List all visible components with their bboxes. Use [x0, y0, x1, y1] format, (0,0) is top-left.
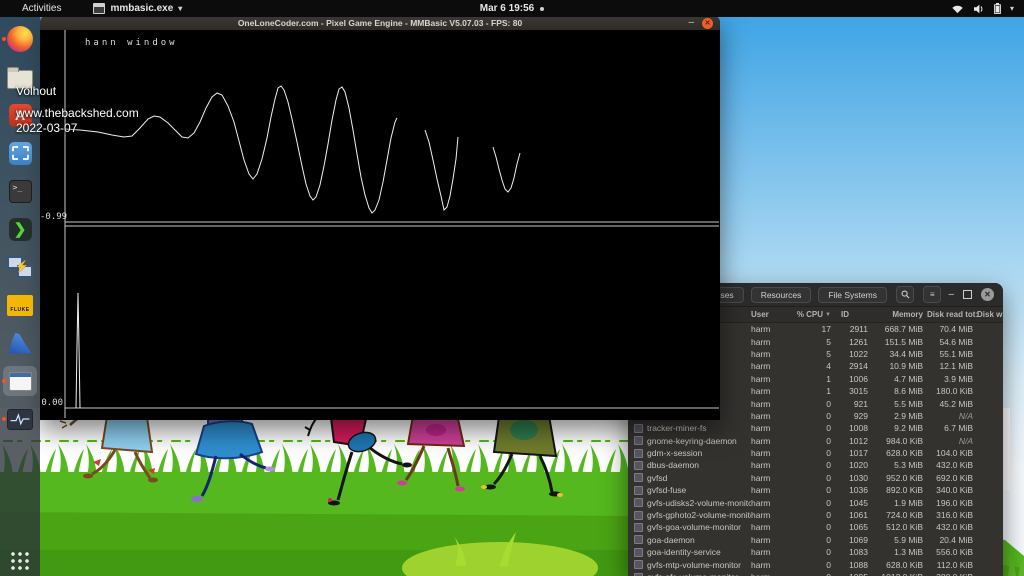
- process-row[interactable]: gnome-keyring-daemonharm01012984.0 KiBN/…: [628, 435, 1003, 447]
- dock-item-wireshark[interactable]: [3, 328, 37, 358]
- dock-item-green-arrow-app[interactable]: ❯: [3, 214, 37, 244]
- credit-url: www.thebackshed.com: [16, 106, 139, 121]
- column-id[interactable]: ID: [831, 310, 868, 319]
- top-bar: Activities mmbasic.exe ▾ Mar 6 19:56 ▾: [0, 0, 1024, 17]
- minimize-button[interactable]: –: [688, 16, 694, 29]
- activities-button[interactable]: Activities: [14, 3, 69, 14]
- firefox-icon: [7, 26, 33, 52]
- process-row[interactable]: gvfs-mtp-volume-monitorharm01088628.0 Ki…: [628, 558, 1003, 570]
- column-memory[interactable]: Memory: [868, 310, 923, 319]
- chevron-down-icon: ▾: [1010, 4, 1014, 13]
- process-icon: [634, 511, 643, 520]
- battery-icon: [994, 3, 1001, 14]
- notification-dot: [540, 7, 544, 11]
- process-row[interactable]: goa-daemonharm010695.9 MiB20.4 MiB: [628, 534, 1003, 546]
- credit-author: Volhout: [16, 84, 139, 99]
- wifi-icon: [951, 4, 964, 14]
- system-monitor-icon: [7, 409, 33, 430]
- close-button[interactable]: ✕: [702, 18, 713, 29]
- plot-title: hann window: [85, 38, 178, 48]
- dock-item-firefox[interactable]: [3, 24, 37, 54]
- desktop: Processes Resources File Systems ≡ – ✕ U…: [0, 0, 1024, 576]
- process-icon: [634, 449, 643, 458]
- process-row[interactable]: gvfsdharm01030952.0 KiB692.0 KiB: [628, 472, 1003, 484]
- system-status-area[interactable]: ▾: [951, 3, 1014, 14]
- process-icon: [634, 523, 643, 532]
- process-row[interactable]: gvfs-gphoto2-volume-monitorharm01061724.…: [628, 509, 1003, 521]
- dock-item-system-monitor[interactable]: [3, 404, 37, 434]
- column-disk-write[interactable]: Disk writ: [973, 310, 1003, 319]
- tab-file-systems[interactable]: File Systems: [818, 287, 887, 303]
- close-button[interactable]: ✕: [981, 288, 994, 301]
- maximize-button[interactable]: [963, 290, 972, 299]
- process-icon: [634, 573, 643, 576]
- focused-app-menu[interactable]: mmbasic.exe ▾: [93, 3, 182, 14]
- waveform-plot: [40, 30, 720, 420]
- process-icon: [634, 560, 643, 569]
- app-window-icon: [9, 372, 32, 391]
- show-apps-grid-icon: [10, 551, 30, 571]
- process-row[interactable]: goa-identity-serviceharm010831.3 MiB556.…: [628, 546, 1003, 558]
- show-applications-button[interactable]: [3, 546, 37, 576]
- process-icon: [634, 535, 643, 544]
- chevron-down-icon: ▾: [178, 4, 182, 13]
- column-cpu[interactable]: % CPU ▼: [791, 310, 831, 319]
- spectrum-spike: [76, 293, 80, 408]
- dock-item-screenshot[interactable]: [3, 138, 37, 168]
- process-row[interactable]: gdm-x-sessionharm01017628.0 KiB104.0 KiB: [628, 447, 1003, 459]
- column-user[interactable]: User: [751, 310, 791, 319]
- process-row[interactable]: tracker-miner-fsharm010089.2 MiB6.7 MiB: [628, 422, 1003, 434]
- volume-icon: [973, 4, 985, 14]
- process-row[interactable]: dbus-daemonharm010205.3 MiB432.0 KiB: [628, 459, 1003, 471]
- dock-item-mmbasic-window[interactable]: [3, 366, 37, 396]
- credit-overlay: Volhout www.thebackshed.com 2022-03-07: [16, 84, 139, 136]
- process-icon: [634, 424, 643, 433]
- terminal-icon: >_: [9, 180, 32, 203]
- menu-button[interactable]: ≡: [923, 286, 941, 303]
- wireshark-icon: [8, 332, 33, 355]
- y-axis-label-top: -0.99: [40, 212, 63, 222]
- process-row[interactable]: gvfs-udisks2-volume-monitorharm010451.9 …: [628, 496, 1003, 508]
- process-row[interactable]: gvfs-afc-volume-monitorharm010951012.0 K…: [628, 571, 1003, 576]
- dock-item-fluke[interactable]: FLUKE: [3, 290, 37, 320]
- process-icon: [634, 486, 643, 495]
- mmbasic-titlebar[interactable]: OneLoneCoder.com - Pixel Game Engine - M…: [40, 16, 720, 30]
- column-disk-read[interactable]: Disk read tot:: [923, 310, 973, 319]
- y-axis-label-bottom: 0.00: [40, 398, 63, 408]
- mmbasic-canvas: hann window -0.99 0.00: [40, 30, 720, 420]
- hamburger-icon: ≡: [930, 290, 935, 299]
- fluke-icon: FLUKE: [7, 295, 33, 316]
- credit-date: 2022-03-07: [16, 121, 139, 136]
- tab-resources[interactable]: Resources: [751, 287, 812, 303]
- mmbasic-window: OneLoneCoder.com - Pixel Game Engine - M…: [40, 16, 720, 420]
- dock-item-remote-desktop[interactable]: ⚡: [3, 252, 37, 282]
- app-window-icon: [93, 3, 105, 14]
- window-title: OneLoneCoder.com - Pixel Game Engine - M…: [238, 18, 522, 28]
- process-icon: [634, 548, 643, 557]
- dock-item-terminal[interactable]: >_: [3, 176, 37, 206]
- process-icon: [634, 436, 643, 445]
- process-row[interactable]: gvfs-goa-volume-monitorharm01065512.0 Ki…: [628, 521, 1003, 533]
- minimize-button[interactable]: –: [948, 289, 954, 300]
- process-icon: [634, 461, 643, 470]
- process-icon: [634, 498, 643, 507]
- process-icon: [634, 473, 643, 482]
- green-arrow-icon: ❯: [9, 218, 32, 241]
- screenshot-icon: [9, 142, 32, 165]
- remote-desktop-icon: ⚡: [7, 255, 33, 279]
- search-button[interactable]: [896, 286, 914, 303]
- process-row[interactable]: gvfsd-fuseharm01036892.0 KiB340.0 KiB: [628, 484, 1003, 496]
- search-icon: [901, 290, 910, 299]
